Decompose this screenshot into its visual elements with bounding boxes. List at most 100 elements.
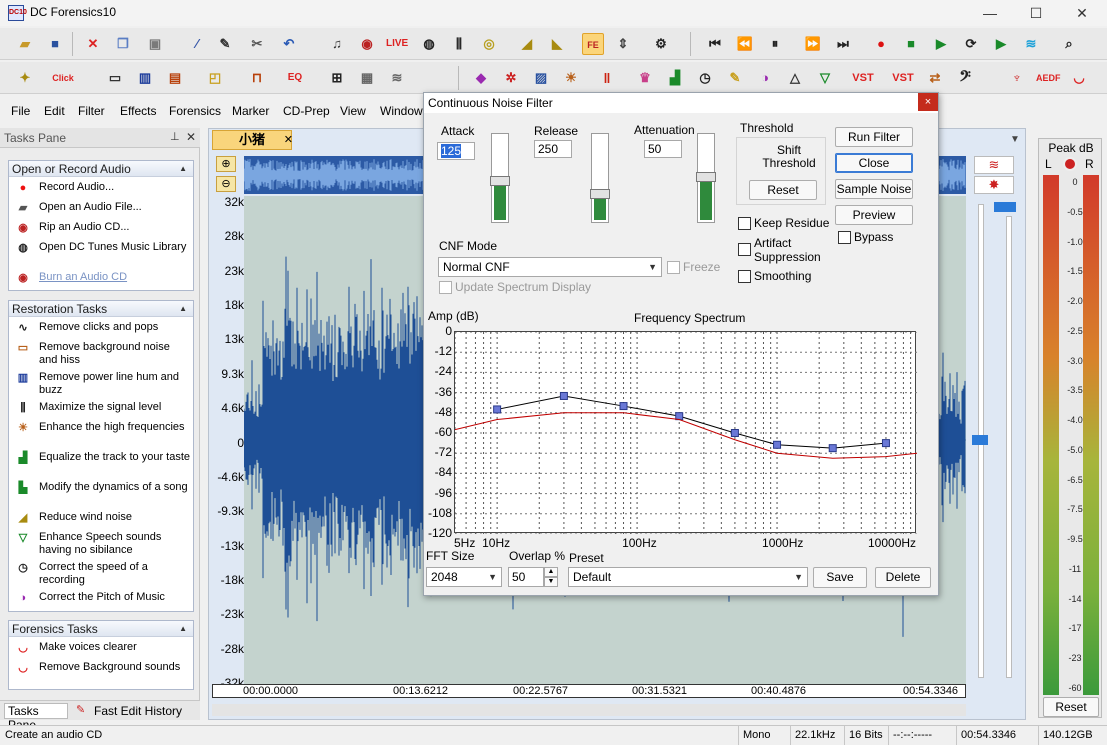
release-input[interactable]: 250 [534, 140, 572, 158]
click-removal-icon[interactable]: Click [52, 67, 74, 89]
declip-icon[interactable]: ✲ [500, 67, 522, 89]
pencil-icon[interactable]: ✎ [214, 33, 236, 55]
tab-fast-edit-history[interactable]: Fast Edit History [94, 704, 182, 718]
fade-out-icon[interactable]: ◣ [546, 33, 568, 55]
spectrum-control-point[interactable] [559, 391, 568, 400]
release-thumb[interactable] [590, 189, 610, 200]
document-tab[interactable]: 小猪 ✕ [212, 130, 293, 150]
update-spectrum-checkbox[interactable] [439, 281, 452, 294]
waveform-view-icon[interactable]: ≋ [974, 156, 1014, 174]
record-cd-icon[interactable]: ◉ [356, 33, 378, 55]
fft-size-select[interactable]: 2048 ▼ [426, 567, 502, 587]
cnf-mode-select[interactable]: Normal CNF ▼ [438, 257, 662, 277]
gear-icon[interactable]: ⚙ [650, 33, 672, 55]
spectrum-control-point[interactable] [828, 444, 837, 453]
skip-start-icon[interactable]: ⏮ [704, 33, 726, 55]
smoothing-checkbox[interactable] [738, 270, 751, 283]
fast-edit-icon[interactable]: FE [582, 33, 604, 55]
spectrum-control-point[interactable] [675, 412, 684, 421]
noise-filter-icon[interactable]: ▭ [104, 67, 126, 89]
paste-icon[interactable]: ▣ [144, 33, 166, 55]
fade-in-icon[interactable]: ◢ [516, 33, 538, 55]
section-header-restoration[interactable]: Restoration Tasks ▲ [9, 301, 193, 317]
waveform-bars-icon[interactable]: ‖ [596, 67, 618, 89]
music-note-icon[interactable]: ♫ [326, 33, 348, 55]
artifact-suppression-checkbox[interactable] [738, 243, 751, 256]
sample-noise-button[interactable]: Sample Noise [835, 179, 913, 199]
aedf-icon[interactable]: AEDF [1036, 67, 1061, 89]
horizontal-scrollbar[interactable] [212, 704, 966, 716]
close-window-icon[interactable]: ✕ [1059, 0, 1105, 26]
vst-icon[interactable]: VST [852, 67, 874, 89]
bass-clef-icon[interactable]: 𝄢 [954, 67, 976, 89]
release-slider[interactable] [590, 133, 610, 223]
attenuation-input[interactable]: 50 [644, 140, 682, 158]
stop-icon[interactable]: ■ [900, 33, 922, 55]
menu-edit[interactable]: Edit [44, 104, 65, 118]
playhead-track[interactable] [1006, 216, 1012, 678]
copy-icon[interactable]: ❐ [112, 33, 134, 55]
razor-icon[interactable]: ✂ [246, 33, 268, 55]
save-disk-icon[interactable]: ■ [44, 33, 66, 55]
timeline[interactable]: 00:00.0000 00:13.6212 00:22.5767 00:31.5… [212, 684, 966, 698]
attack-slider[interactable] [490, 133, 510, 223]
preview-button[interactable]: Preview [835, 205, 913, 225]
overlap-input[interactable]: 50 [508, 567, 544, 587]
spectrum-control-point[interactable] [730, 429, 739, 437]
vinyl-icon[interactable]: ◍ [418, 33, 440, 55]
rewind-icon[interactable]: ⏪ [734, 33, 756, 55]
attack-thumb[interactable] [490, 176, 510, 187]
gold-disc-icon[interactable]: ◎ [478, 33, 500, 55]
reverse-icon[interactable]: ◑ [754, 67, 776, 89]
fast-forward-icon[interactable]: ⏩ [802, 33, 824, 55]
menu-filter[interactable]: Filter [78, 104, 105, 118]
play-selection-icon[interactable]: ▶ [990, 33, 1012, 55]
open-folder-icon[interactable]: ▰ [14, 33, 36, 55]
play-icon[interactable]: ▶ [930, 33, 952, 55]
maximize-icon[interactable]: ☐ [1013, 0, 1059, 26]
guitar-icon[interactable]: ♆ [1006, 67, 1028, 89]
section-header-forensics[interactable]: Forensics Tasks ▲ [9, 621, 193, 637]
attenuation-thumb[interactable] [696, 172, 716, 182]
attenuation-slider[interactable] [696, 133, 716, 223]
dialog-close-icon[interactable]: × [918, 93, 938, 111]
normalize-icon[interactable]: △ [784, 67, 806, 89]
live-icon[interactable]: LIVE [386, 33, 408, 55]
pin-icon[interactable]: ⊥ [170, 130, 180, 143]
crossfade-icon[interactable]: ▨ [530, 67, 552, 89]
pause-icon[interactable]: ⏸ [764, 33, 786, 55]
spectrum-control-point[interactable] [773, 440, 782, 449]
preset-select[interactable]: Default ▼ [568, 567, 808, 587]
menu-forensics[interactable]: Forensics [169, 104, 221, 118]
tab-close-icon[interactable]: ✕ [284, 131, 293, 149]
spectrum-view-icon[interactable]: ✸ [974, 176, 1014, 194]
clip-indicator-icon[interactable] [1063, 157, 1077, 171]
bandpass-icon[interactable]: ⊓ [246, 67, 268, 89]
threshold-reset-button[interactable]: Reset [749, 180, 817, 200]
menu-effects[interactable]: Effects [120, 104, 156, 118]
keep-residue-checkbox[interactable] [738, 217, 751, 230]
trophy-icon[interactable]: ♛ [634, 67, 656, 89]
spectrum-tool-icon[interactable]: ✦ [14, 67, 36, 89]
collapse-icon[interactable]: ▲ [179, 621, 187, 637]
run-filter-button[interactable]: Run Filter [835, 127, 913, 147]
spectrum-control-point[interactable] [619, 402, 628, 411]
menu-cd-prep[interactable]: CD-Prep [283, 104, 330, 118]
swap-icon[interactable]: ⇄ [924, 67, 946, 89]
frequency-spectrum-chart[interactable] [454, 331, 918, 535]
overlap-up-icon[interactable]: ▲ [544, 567, 558, 577]
pane-close-icon[interactable]: ✕ [186, 130, 196, 144]
funnel-icon[interactable]: ▽ [814, 67, 836, 89]
vst-chain-icon[interactable]: VST [892, 67, 914, 89]
level-meter-icon[interactable]: ⫼ [448, 33, 470, 55]
eq-icon[interactable]: EQ [284, 67, 306, 89]
preset-save-button[interactable]: Save [813, 567, 867, 588]
vertical-zoom-handle[interactable] [994, 202, 1016, 212]
peak-reset-button[interactable]: Reset [1043, 697, 1099, 717]
wind-icon[interactable]: ≋ [386, 67, 408, 89]
cut-icon[interactable]: ✕ [82, 33, 104, 55]
bypass-checkbox[interactable] [838, 231, 851, 244]
center-marker[interactable] [972, 435, 988, 445]
tab-tasks-pane[interactable]: Tasks Pane [4, 703, 68, 732]
overlap-down-icon[interactable]: ▼ [544, 577, 558, 587]
